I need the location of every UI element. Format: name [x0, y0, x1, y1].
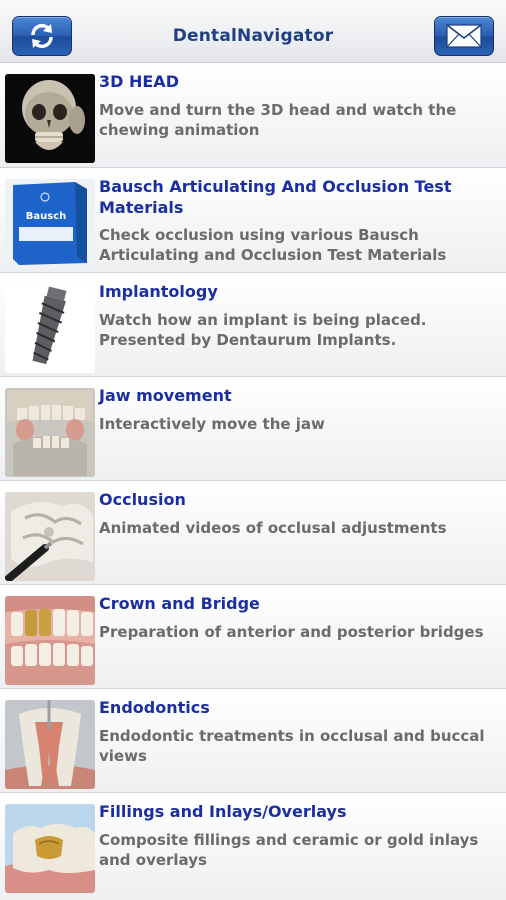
list-item-endodontics[interactable]: Endodontics Endodontic treatments in occ… — [0, 689, 506, 793]
item-description: Interactively move the jaw — [99, 415, 325, 433]
list-item-jaw-movement[interactable]: Jaw movement Interactively move the jaw — [0, 377, 506, 481]
topic-list: 3D HEAD Move and turn the 3D head and wa… — [0, 63, 506, 900]
bausch-label: Bausch — [26, 211, 67, 222]
mail-button[interactable] — [434, 16, 494, 56]
item-description: Move and turn the 3D head and watch the … — [99, 101, 457, 139]
crown-bridge-thumbnail — [5, 596, 95, 685]
item-title: 3D HEAD — [99, 72, 179, 91]
item-title: Fillings and Inlays/Overlays — [99, 802, 347, 821]
item-description: Composite fillings and ceramic or gold i… — [99, 831, 479, 869]
app-title: DentalNavigator — [172, 26, 334, 46]
item-title: Implantology — [99, 282, 218, 301]
nav-bar: DentalNavigator — [0, 0, 506, 63]
list-item-crown-bridge[interactable]: Crown and Bridge Preparation of anterior… — [0, 585, 506, 689]
mail-icon — [446, 24, 482, 48]
item-description: Endodontic treatments in occlusal and bu… — [99, 727, 485, 765]
list-item-fillings[interactable]: Fillings and Inlays/Overlays Composite f… — [0, 793, 506, 900]
item-description: Check occlusion using various Bausch Art… — [99, 226, 447, 264]
occlusion-thumbnail — [5, 492, 95, 581]
item-description: Watch how an implant is being placed. Pr… — [99, 311, 427, 349]
endodontics-thumbnail — [5, 700, 95, 789]
list-item-3d-head[interactable]: 3D HEAD Move and turn the 3D head and wa… — [0, 63, 506, 168]
list-item-bausch[interactable]: Bausch Bausch Articulating And Occlusion… — [0, 168, 506, 273]
implant-thumbnail — [5, 284, 95, 373]
item-title: Endodontics — [99, 698, 210, 717]
item-description: Preparation of anterior and posterior br… — [99, 623, 484, 641]
fillings-thumbnail — [5, 804, 95, 893]
bausch-box-thumbnail: Bausch — [5, 179, 95, 268]
jaw-thumbnail — [5, 388, 95, 477]
item-title: Bausch Articulating And Occlusion Test M… — [99, 177, 452, 217]
list-item-implantology[interactable]: Implantology Watch how an implant is bei… — [0, 273, 506, 377]
list-item-occlusion[interactable]: Occlusion Animated videos of occlusal ad… — [0, 481, 506, 585]
item-description: Animated videos of occlusal adjustments — [99, 519, 447, 537]
item-title: Crown and Bridge — [99, 594, 260, 613]
skull-thumbnail — [5, 74, 95, 163]
item-title: Occlusion — [99, 490, 186, 509]
item-title: Jaw movement — [99, 386, 232, 405]
